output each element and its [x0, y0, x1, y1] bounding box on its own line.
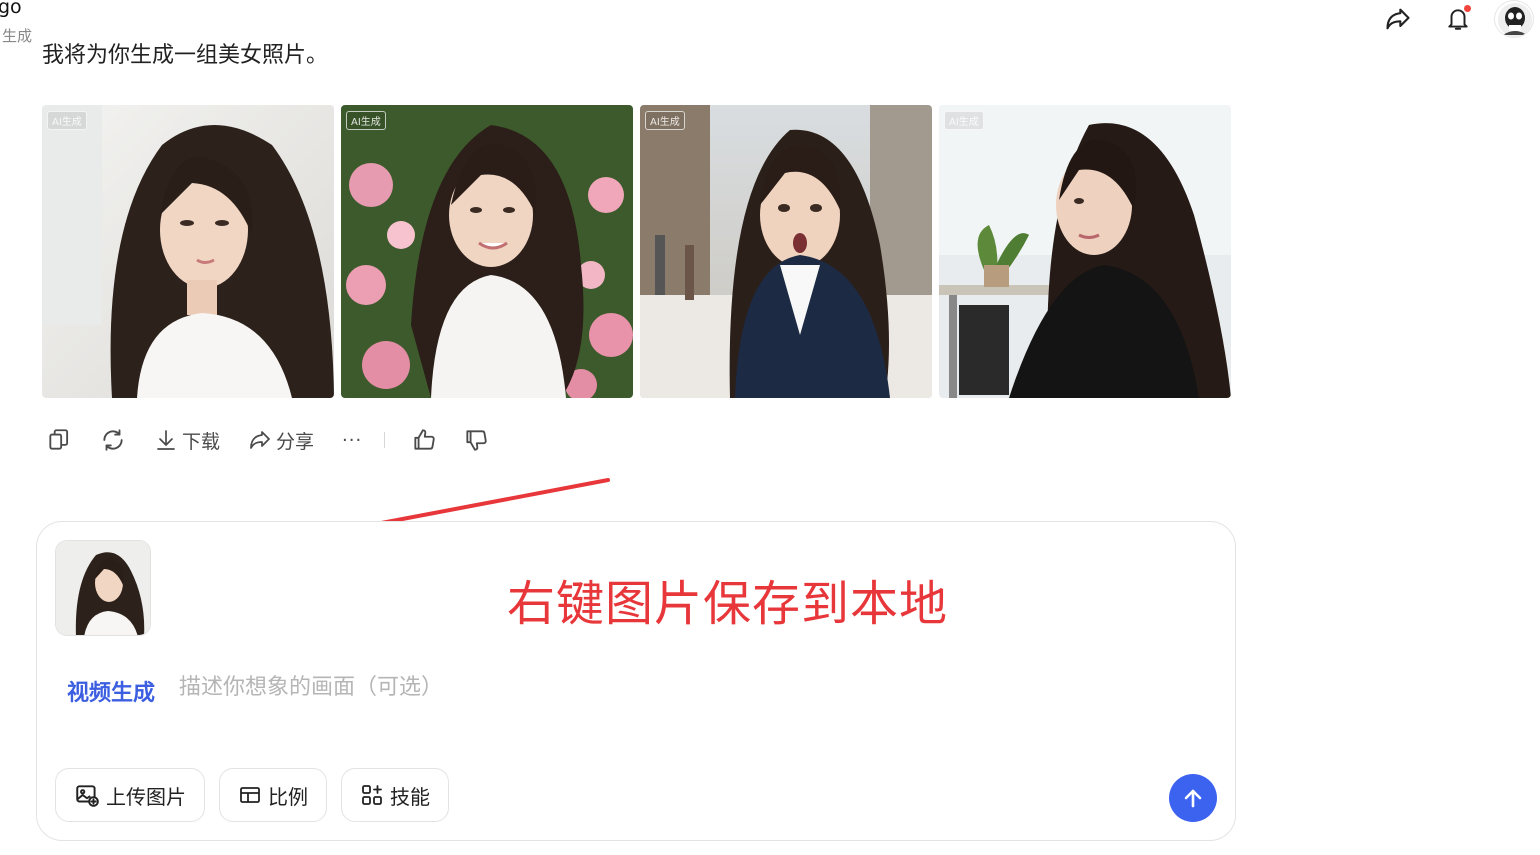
skills-label: 技能 [390, 784, 430, 809]
aspect-ratio-icon [240, 787, 260, 803]
regenerate-button[interactable] [100, 427, 126, 453]
ai-badge: AI生成 [645, 111, 685, 130]
skills-button[interactable]: 技能 [341, 768, 449, 822]
notification-dot [1464, 5, 1471, 12]
generated-image-2[interactable]: AI生成 [341, 105, 633, 398]
share-label: 分享 [276, 430, 315, 453]
skills-icon [362, 785, 382, 805]
image-upload-icon [76, 785, 99, 807]
share-button[interactable] [1381, 2, 1415, 36]
ai-badge: AI生成 [346, 111, 386, 130]
image-gallery: AI生成 AI生成 AI生成 AI生成 [42, 105, 1231, 398]
notifications-button[interactable] [1441, 2, 1475, 36]
download-button[interactable]: 下载 [154, 427, 220, 454]
divider [384, 432, 386, 448]
annotation-text: 右键图片保存到本地 [507, 576, 949, 632]
aspect-ratio-button[interactable]: 比例 [219, 768, 327, 822]
refresh-icon [103, 429, 123, 451]
attached-image-thumbnail[interactable] [55, 540, 151, 636]
more-button[interactable]: ··· [342, 430, 362, 451]
download-icon [157, 430, 175, 450]
user-avatar[interactable] [1494, 0, 1534, 38]
prompt-input[interactable] [179, 670, 1079, 704]
like-button[interactable] [411, 427, 437, 453]
ratio-label: 比例 [268, 784, 308, 809]
message-actions: 下载 分享 ··· [46, 424, 489, 456]
dislike-button[interactable] [463, 427, 489, 453]
upload-image-button[interactable]: 上传图片 [55, 768, 205, 822]
thumbs-down-icon [466, 430, 487, 451]
more-label: ··· [342, 429, 363, 451]
assistant-message: 我将为你生成一组美女照片。 [42, 40, 328, 70]
generated-image-3[interactable]: AI生成 [640, 105, 932, 398]
arrow-up-icon [1184, 789, 1202, 808]
send-button[interactable] [1169, 774, 1217, 822]
thumbs-up-icon [414, 429, 435, 450]
ai-badge: AI生成 [47, 111, 87, 130]
ai-badge: AI生成 [944, 111, 984, 130]
download-label: 下载 [182, 430, 221, 453]
composer: 右键图片保存到本地 视频生成 上传图片 比例 技能 [36, 521, 1236, 841]
app-subtitle: 生成 [2, 27, 33, 45]
mode-label[interactable]: 视频生成 [67, 675, 155, 707]
app-title: go [0, 0, 22, 18]
share-icon [250, 431, 270, 449]
share-message-button[interactable]: 分享 [248, 427, 314, 454]
message-text: 我将为你生成一组美女照片。 [42, 43, 329, 68]
copy-button[interactable] [46, 427, 72, 453]
copy-icon [49, 429, 69, 450]
upload-label: 上传图片 [106, 784, 186, 809]
generated-image-4[interactable]: AI生成 [939, 105, 1231, 398]
share-icon [1386, 8, 1410, 30]
generated-image-1[interactable]: AI生成 [42, 105, 334, 398]
